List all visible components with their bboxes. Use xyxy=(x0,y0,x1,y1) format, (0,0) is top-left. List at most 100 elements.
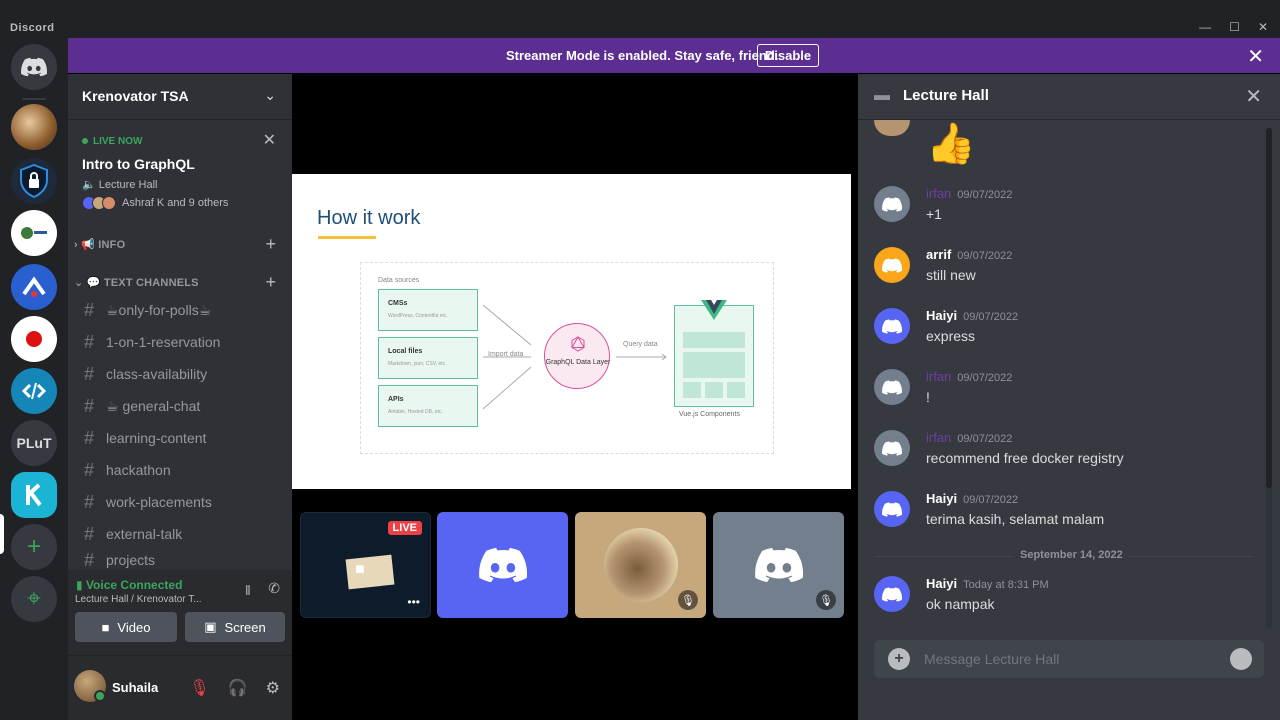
channel-1-on-1-reservation[interactable]: #1-on-1-reservation xyxy=(76,327,284,357)
code-logo-icon xyxy=(21,382,47,400)
message: Haiyi 09/07/2022 terima kasih, selamat ma… xyxy=(858,491,1258,531)
discord-logo-icon xyxy=(21,57,47,77)
screen-icon: ▣ xyxy=(204,619,217,634)
channel-class-availability[interactable]: # class-availability xyxy=(76,359,284,389)
discord-logo-icon xyxy=(882,586,902,602)
discord-logo-icon xyxy=(754,547,803,583)
add-channel-text-icon[interactable]: + xyxy=(265,272,276,293)
avatar xyxy=(874,491,910,527)
avatar xyxy=(874,576,910,612)
category-info[interactable]: › 📢 INFO xyxy=(74,238,125,251)
headphones-icon[interactable]: 🎧 xyxy=(228,678,248,698)
hash-icon: # xyxy=(83,299,94,320)
live-title: Intro to GraphQL xyxy=(82,156,195,172)
shared-screen[interactable]: How it work Data sources CMSs WordPress, … xyxy=(292,174,851,489)
server-blue[interactable] xyxy=(11,264,57,310)
message-author[interactable]: irfan 09/07/2022 xyxy=(926,186,1012,201)
server-shield[interactable] xyxy=(11,158,57,204)
message-author[interactable]: arrif 09/07/2022 xyxy=(926,247,1012,262)
mic-muted-icon[interactable]: 🎙 xyxy=(189,678,209,698)
participants-text: Ashraf K and 9 others xyxy=(122,197,229,209)
hash-icon: # xyxy=(83,523,94,544)
mic-muted-icon: 🎙 xyxy=(678,590,698,610)
disable-button[interactable]: Disable xyxy=(757,44,819,67)
chat-scrollbar[interactable] xyxy=(1266,128,1272,628)
chat-title: Lecture Hall xyxy=(903,87,989,104)
globe-logo-icon xyxy=(21,227,47,239)
message-author[interactable]: Haiyi Today at 8:31 PM xyxy=(926,576,1049,591)
server-japanese[interactable] xyxy=(11,316,57,362)
chat-bubble-icon: ▬ xyxy=(874,87,890,104)
graphql-label: GraphQL Data Layer xyxy=(545,359,611,366)
more-options-icon[interactable]: ••• xyxy=(407,595,420,609)
disconnect-icon[interactable]: ✆ xyxy=(268,580,280,604)
participant-tile[interactable]: 🎙 xyxy=(575,512,706,618)
discord-logo-icon xyxy=(478,547,527,583)
channel-only-for-polls[interactable]: # ☕only-for-polls☕ xyxy=(76,295,284,325)
gear-icon[interactable]: ⚙ xyxy=(266,678,280,698)
live-card-close-icon[interactable]: ✕ xyxy=(263,130,276,150)
channel-projects[interactable]: # projects xyxy=(76,550,284,570)
message-author[interactable]: Haiyi 09/07/2022 xyxy=(926,491,1018,506)
channel-learning-content[interactable]: # learning-content xyxy=(76,423,284,453)
discord-logo-icon xyxy=(882,196,902,212)
discord-logo-icon xyxy=(882,440,902,456)
vue-label: Vue.js Components xyxy=(679,411,740,418)
server-code[interactable] xyxy=(11,368,57,414)
date-divider: September 14, 2022 xyxy=(874,549,1254,561)
add-server-button[interactable]: + xyxy=(11,524,57,570)
avatar xyxy=(874,308,910,344)
graphql-node: GraphQL Data Layer xyxy=(544,323,610,389)
server-rail: PLuT + ⌖ xyxy=(0,38,68,720)
emoji-icon[interactable] xyxy=(1230,648,1252,670)
live-participants: Ashraf K and 9 others xyxy=(82,196,228,210)
maximize-button[interactable]: ☐ xyxy=(1229,20,1240,34)
avatar xyxy=(874,430,910,466)
video-button[interactable]: ■ Video xyxy=(75,612,177,642)
home-button[interactable] xyxy=(11,44,57,90)
guild-name: Krenovator TSA xyxy=(82,88,189,104)
server-krenovator[interactable] xyxy=(11,472,57,518)
message-text: ! xyxy=(926,389,930,405)
participant-tile[interactable] xyxy=(437,512,568,618)
window-close-button[interactable]: ✕ xyxy=(1258,20,1268,34)
category-text-channels[interactable]: ⌄ 💬 TEXT CHANNELS xyxy=(74,276,199,289)
streamer-mode-banner: Streamer Mode is enabled. Stay safe, fri… xyxy=(68,38,1280,73)
import-label: Import data xyxy=(488,351,524,358)
channel-hackathon[interactable]: # hackathon xyxy=(76,455,284,485)
channel-work-placements[interactable]: # work-placements xyxy=(76,487,284,517)
minimize-button[interactable]: — xyxy=(1199,20,1211,34)
architecture-diagram: Data sources CMSs WordPress, Contentful e… xyxy=(360,262,774,454)
message-input[interactable] xyxy=(924,651,1214,667)
message-author[interactable]: Haiyi 09/07/2022 xyxy=(926,308,1018,323)
message-author[interactable]: irfan 09/07/2022 xyxy=(926,430,1012,445)
add-channel-info-icon[interactable]: + xyxy=(265,234,276,255)
screen-share-button[interactable]: ▣ Screen xyxy=(185,612,285,642)
guild-header[interactable]: Krenovator TSA ⌄ xyxy=(68,74,292,120)
chat-close-icon[interactable]: ✕ xyxy=(1245,84,1262,109)
add-attachment-icon[interactable]: + xyxy=(888,648,910,670)
explore-servers-button[interactable]: ⌖ xyxy=(11,576,57,622)
preview-thumbnail xyxy=(345,554,395,590)
message-timestamp: Today at 8:31 PM xyxy=(963,579,1049,591)
banner-close-icon[interactable]: ✕ xyxy=(1247,44,1264,69)
k-logo-icon xyxy=(26,483,42,507)
scrollbar-thumb[interactable] xyxy=(1266,128,1272,488)
live-channel-name: Lecture Hall xyxy=(98,179,158,191)
message-text: terima kasih, selamat malam xyxy=(926,511,1105,527)
message-timestamp: 09/07/2022 xyxy=(957,433,1013,445)
server-avatar-1[interactable] xyxy=(11,104,57,150)
graphql-icon xyxy=(571,336,585,352)
noise-suppression-icon[interactable]: 𝍪 xyxy=(246,580,251,604)
username: Suhaila xyxy=(112,680,159,695)
hash-icon: # xyxy=(83,395,94,416)
server-plut[interactable]: PLuT xyxy=(11,420,57,466)
query-label: Query data xyxy=(623,341,658,348)
participant-tile[interactable]: 🎙 xyxy=(713,512,844,618)
stream-preview-tile[interactable]: ■ LIVE ••• xyxy=(300,512,431,618)
message-author[interactable]: irfan 09/07/2022 xyxy=(926,369,1012,384)
message: Haiyi Today at 8:31 PM ok nampak xyxy=(858,576,1258,616)
channel-general-chat[interactable]: # ☕ general-chat xyxy=(76,391,284,421)
server-digital[interactable] xyxy=(11,210,57,256)
channel-external-talk[interactable]: # external-talk xyxy=(76,519,284,549)
